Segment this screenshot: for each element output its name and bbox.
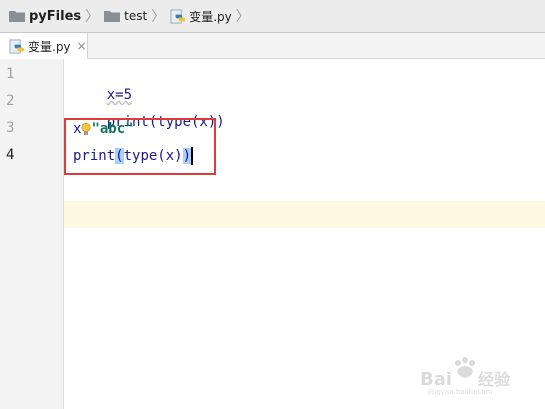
svg-text:jingyan.baidu.com: jingyan.baidu.com [427,388,493,395]
breadcrumb-label: pyFiles [29,8,82,24]
svg-text:Bai: Bai [420,369,452,390]
breadcrumb-label: test [124,9,148,23]
breadcrumb-item-test[interactable]: test [104,0,147,32]
line-number: 1 [6,66,15,82]
line-number: 2 [6,93,15,109]
highlight-box [64,118,216,175]
line-number: 3 [6,120,15,136]
editor-tab-bar: 变量.py × [0,33,545,59]
breadcrumb-item-pyfiles[interactable]: pyFiles [0,0,81,32]
breadcrumb-item-file[interactable]: 变量.py [170,0,232,32]
breadcrumb-separator: 〉 [151,9,166,25]
breadcrumb-label: 变量.py [189,9,232,24]
folder-icon [9,11,25,22]
tab-label: 变量.py [28,39,71,54]
python-file-icon [170,8,186,24]
caret-line-highlight [64,201,545,228]
folder-icon [104,11,121,22]
breadcrumb-separator: 〉 [235,9,250,25]
watermark-logo: Bai 经验 jingyan.baidu.com [420,357,511,395]
svg-text:经验: 经验 [478,370,511,389]
python-file-icon [9,38,24,54]
line-number-gutter[interactable]: 1 2 3 4 [0,59,64,409]
navigation-bar: pyFiles 〉 test 〉 变量.py 〉 [0,0,545,33]
line-number-active: 4 [6,147,15,163]
tab-file[interactable]: 变量.py × [0,33,88,59]
close-icon[interactable]: × [77,39,87,53]
breadcrumb-separator: 〉 [85,9,100,25]
